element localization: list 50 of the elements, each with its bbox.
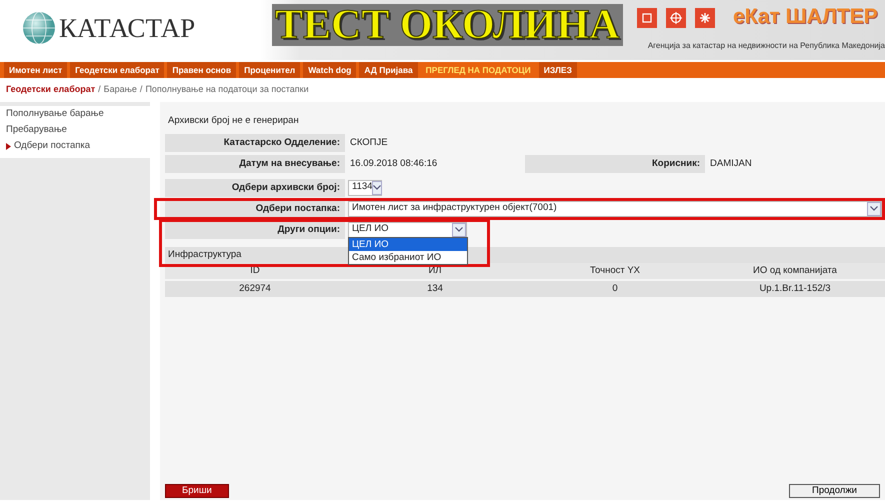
nav-tab[interactable]: Геодетски елаборат [70,62,164,78]
dropdown-value: ЦЕЛ ИО [352,222,388,236]
banner-title: ТЕСТ ОКОЛИНА [272,4,622,46]
chevron-down-icon [452,222,466,236]
dropdown[interactable]: ЦЕЛ ИО [348,222,467,238]
table-cell: 0 [525,281,705,298]
nav-tab[interactable]: ИЗЛЕЗ [538,62,577,78]
field-label: Датум на внесување: [165,154,345,172]
nav-tab[interactable]: АД Пријава [359,62,418,78]
breadcrumb-item: Барање [104,83,137,96]
table-cell: 134 [345,281,525,298]
breadcrumb-separator: / [140,83,142,96]
nav-tab[interactable]: Имотен лист [4,62,68,78]
dropdown-option[interactable]: ЦЕЛ ИО [349,238,467,250]
field-label: Катастарско Одделение: [165,134,345,152]
column-header: ИО од компанијата [705,262,885,279]
field-label: Одбери архивски број: [165,178,345,196]
square-icon[interactable] [637,8,657,28]
field-value: 16.09.2018 08:46:16 [349,156,438,170]
burst-icon[interactable] [695,8,715,28]
dropdown-value: Имотен лист за инфраструктурен објект(7001) [352,201,557,216]
nav-tab[interactable]: Проценител [239,62,300,78]
nav-tab[interactable]: Watch dog [303,62,356,78]
notice-text: Архивски број не е генериран [167,114,300,128]
dropdown-option[interactable]: Само избраниот ИО [349,250,467,264]
breadcrumb-separator: / [98,83,101,96]
sidebar-item[interactable]: Одбери постапка [14,139,90,154]
nav-tab[interactable]: Правен основ [167,62,236,78]
field-label: Корисник: [525,154,705,172]
logo-text: КАТАСТАР [59,12,196,45]
column-header: Точност YX [525,262,705,279]
dropdown-value: 1134 [352,180,372,194]
chevron-down-icon [372,180,382,194]
delete-button[interactable]: Бриши [165,484,229,498]
table-cell: Up.1.Br.11-152/3 [705,281,885,298]
tagline: Агенција за катастар на недвижности на Република Македонија [648,40,885,52]
breadcrumb-link[interactable]: Геодетски елаборат [6,83,96,96]
table-cell: 262974 [165,281,345,298]
globe-icon [22,11,56,46]
crosshair-icon[interactable] [666,8,686,28]
field-value: СКОПЈЕ [349,136,389,150]
dropdown[interactable]: 1134 [348,180,382,196]
breadcrumb-item: Пополнување на податоци за постапки [145,83,309,96]
field-value: DAMIJAN [709,156,753,170]
sidebar-item[interactable]: Пополнување барање [6,106,104,121]
brand-title: еКат ШАЛТЕР [733,6,878,27]
sidebar-item[interactable]: Пребарување [6,122,67,137]
chevron-down-icon [867,202,881,216]
dropdown[interactable]: Имотен лист за инфраструктурен објект(7001) [348,200,882,216]
continue-button[interactable]: Продолжи [788,484,880,498]
